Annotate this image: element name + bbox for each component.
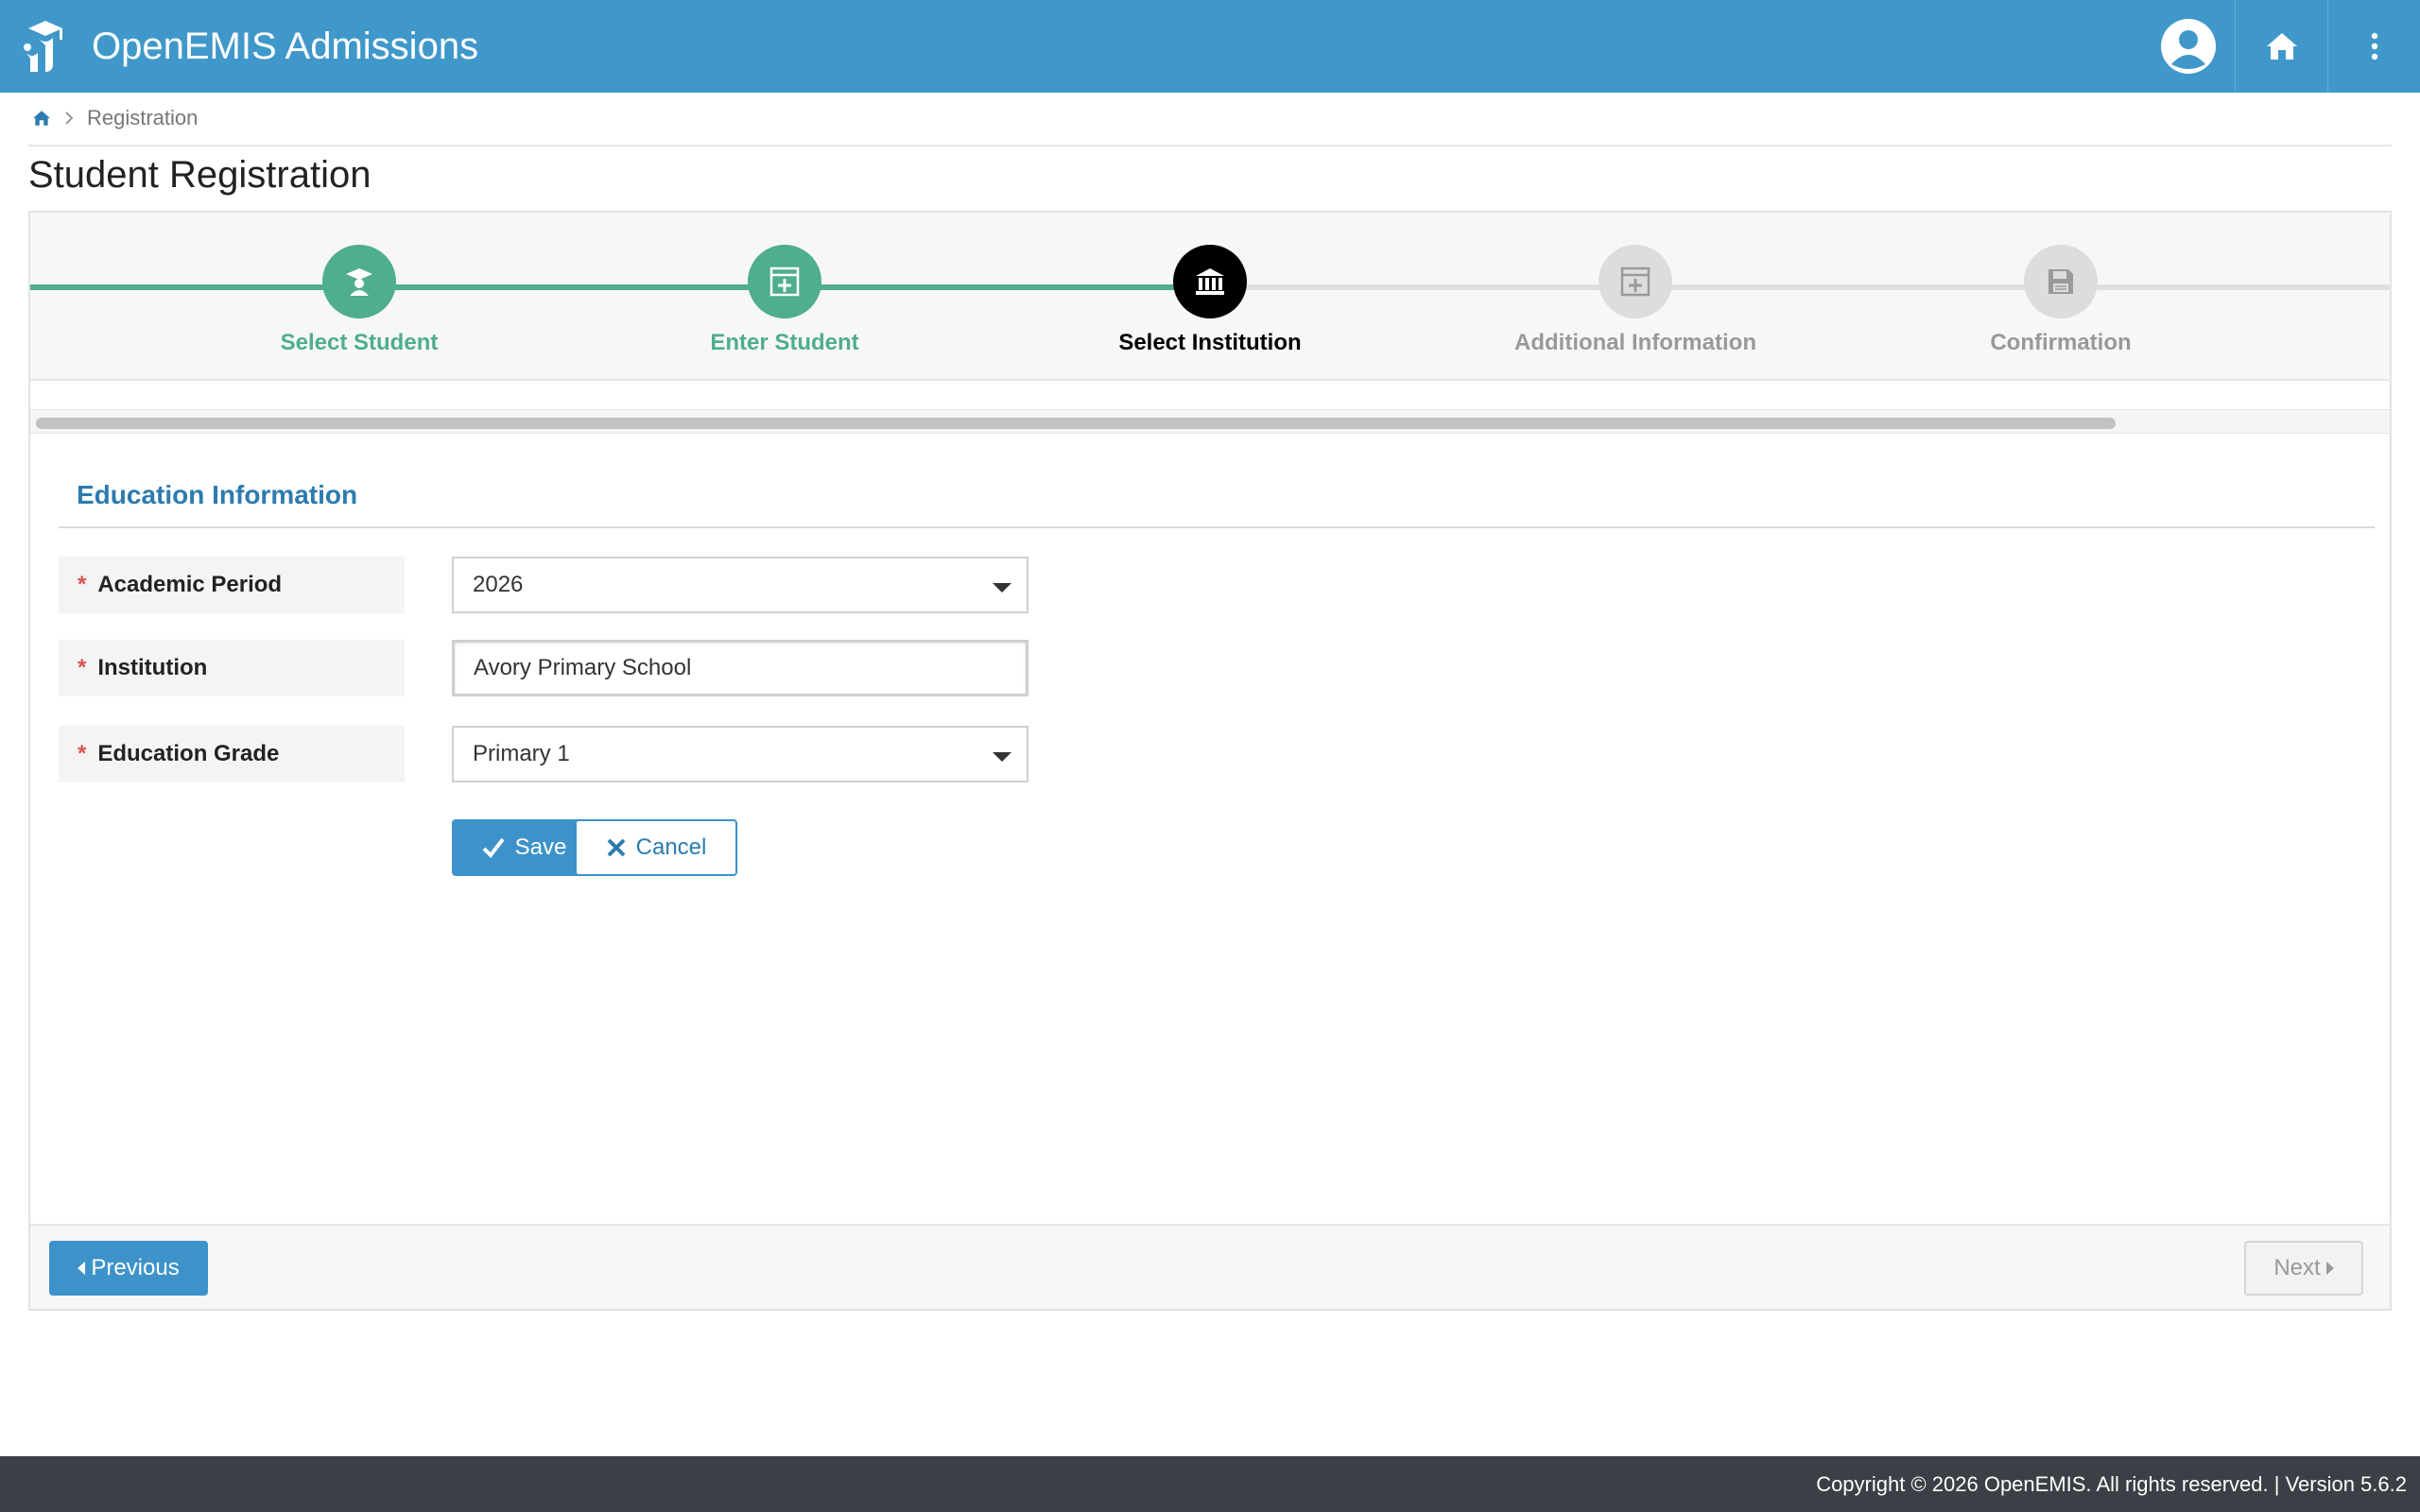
next-button-label: Next bbox=[2273, 1255, 2321, 1280]
institution-value: Avory Primary School bbox=[474, 655, 692, 680]
top-header: OpenEMIS Admissions bbox=[0, 0, 2420, 93]
wizard-step-circle bbox=[1599, 245, 1672, 318]
user-profile-button[interactable] bbox=[2142, 0, 2235, 93]
education-grade-label: * Education Grade bbox=[59, 726, 405, 782]
graduate-icon bbox=[346, 268, 372, 296]
breadcrumb-home-icon[interactable] bbox=[32, 110, 51, 127]
cancel-button[interactable]: Cancel bbox=[575, 819, 737, 876]
more-options-button[interactable] bbox=[2327, 0, 2420, 93]
breadcrumb-current: Registration bbox=[87, 106, 199, 129]
wizard-step-label: Confirmation bbox=[1990, 330, 2132, 355]
cancel-button-label: Cancel bbox=[635, 834, 707, 860]
chevron-right-icon bbox=[65, 112, 74, 125]
footer-copyright: Copyright © 2026 OpenEMIS. All rights re… bbox=[1816, 1471, 2407, 1496]
academic-period-label: * Academic Period bbox=[59, 557, 405, 613]
previous-button[interactable]: Previous bbox=[49, 1241, 208, 1296]
wizard-step-circle bbox=[322, 245, 396, 318]
next-button[interactable]: Next bbox=[2244, 1241, 2363, 1296]
home-button[interactable] bbox=[2235, 0, 2327, 93]
chevron-down-icon bbox=[993, 583, 1011, 593]
check-icon bbox=[482, 837, 505, 859]
app-title: OpenEMIS Admissions bbox=[92, 26, 479, 67]
wizard-step-enter-student[interactable]: Enter Student bbox=[643, 245, 926, 356]
wizard-step-label: Select Student bbox=[280, 330, 439, 355]
page-title: Student Registration bbox=[28, 154, 372, 196]
caret-left-icon bbox=[78, 1262, 86, 1275]
registration-panel: Select Student Enter Student Select Inst… bbox=[28, 211, 2392, 1311]
section-title: Education Information bbox=[77, 480, 358, 509]
education-grade-label-text: Education Grade bbox=[97, 741, 280, 766]
home-icon bbox=[2266, 33, 2297, 60]
wizard-progress-done bbox=[30, 284, 1208, 290]
previous-button-label: Previous bbox=[91, 1255, 180, 1280]
institution-icon bbox=[1196, 268, 1224, 295]
scrollbar-thumb[interactable] bbox=[36, 418, 2116, 429]
education-grade-value: Primary 1 bbox=[473, 741, 570, 766]
required-marker: * bbox=[78, 741, 87, 766]
wizard-steps: Select Student Enter Student Select Inst… bbox=[30, 213, 2390, 381]
floppy-disk-icon bbox=[2048, 269, 2073, 294]
chevron-down-icon bbox=[993, 752, 1011, 762]
wizard-step-confirmation[interactable]: Confirmation bbox=[1919, 245, 2203, 356]
site-footer: Copyright © 2026 OpenEMIS. All rights re… bbox=[0, 1456, 2420, 1512]
wizard-step-label: Enter Student bbox=[710, 330, 859, 355]
education-grade-select[interactable]: Primary 1 bbox=[452, 726, 1028, 782]
form-plus-icon bbox=[1620, 266, 1651, 297]
form-plus-icon bbox=[769, 266, 800, 297]
required-marker: * bbox=[78, 655, 87, 680]
user-icon bbox=[2161, 19, 2216, 74]
institution-row: * Institution Avory Primary School bbox=[59, 640, 1042, 696]
institution-input[interactable]: Avory Primary School bbox=[452, 640, 1028, 696]
academic-period-value: 2026 bbox=[473, 572, 524, 597]
wizard-step-select-institution[interactable]: Select Institution bbox=[1068, 245, 1352, 356]
wizard-step-label: Select Institution bbox=[1118, 330, 1302, 355]
wizard-navigation: Previous Next bbox=[30, 1224, 2390, 1309]
wizard-progress-pending bbox=[1208, 284, 2390, 290]
more-vertical-icon bbox=[2371, 32, 2377, 60]
academic-period-select[interactable]: 2026 bbox=[452, 557, 1028, 613]
wizard-step-circle bbox=[748, 245, 821, 318]
required-marker: * bbox=[78, 572, 87, 597]
breadcrumb-divider bbox=[28, 145, 2392, 146]
wizard-step-select-student[interactable]: Select Student bbox=[217, 245, 501, 356]
horizontal-scrollbar[interactable] bbox=[30, 409, 2390, 434]
caret-right-icon bbox=[2325, 1262, 2334, 1275]
breadcrumb: Registration bbox=[32, 104, 198, 132]
academic-period-row: * Academic Period 2026 bbox=[59, 557, 1042, 613]
education-grade-row: * Education Grade Primary 1 bbox=[59, 726, 1042, 782]
close-icon bbox=[607, 838, 626, 857]
wizard-step-circle bbox=[1173, 245, 1247, 318]
openemis-logo-icon[interactable] bbox=[21, 17, 70, 76]
wizard-step-circle bbox=[2024, 245, 2098, 318]
wizard-step-label: Additional Information bbox=[1514, 330, 1756, 355]
institution-label-text: Institution bbox=[97, 655, 208, 680]
institution-label: * Institution bbox=[59, 640, 405, 696]
save-button-label: Save bbox=[514, 834, 567, 860]
wizard-step-additional-information[interactable]: Additional Information bbox=[1494, 245, 1777, 356]
academic-period-label-text: Academic Period bbox=[97, 572, 283, 597]
section-divider bbox=[59, 526, 2375, 528]
